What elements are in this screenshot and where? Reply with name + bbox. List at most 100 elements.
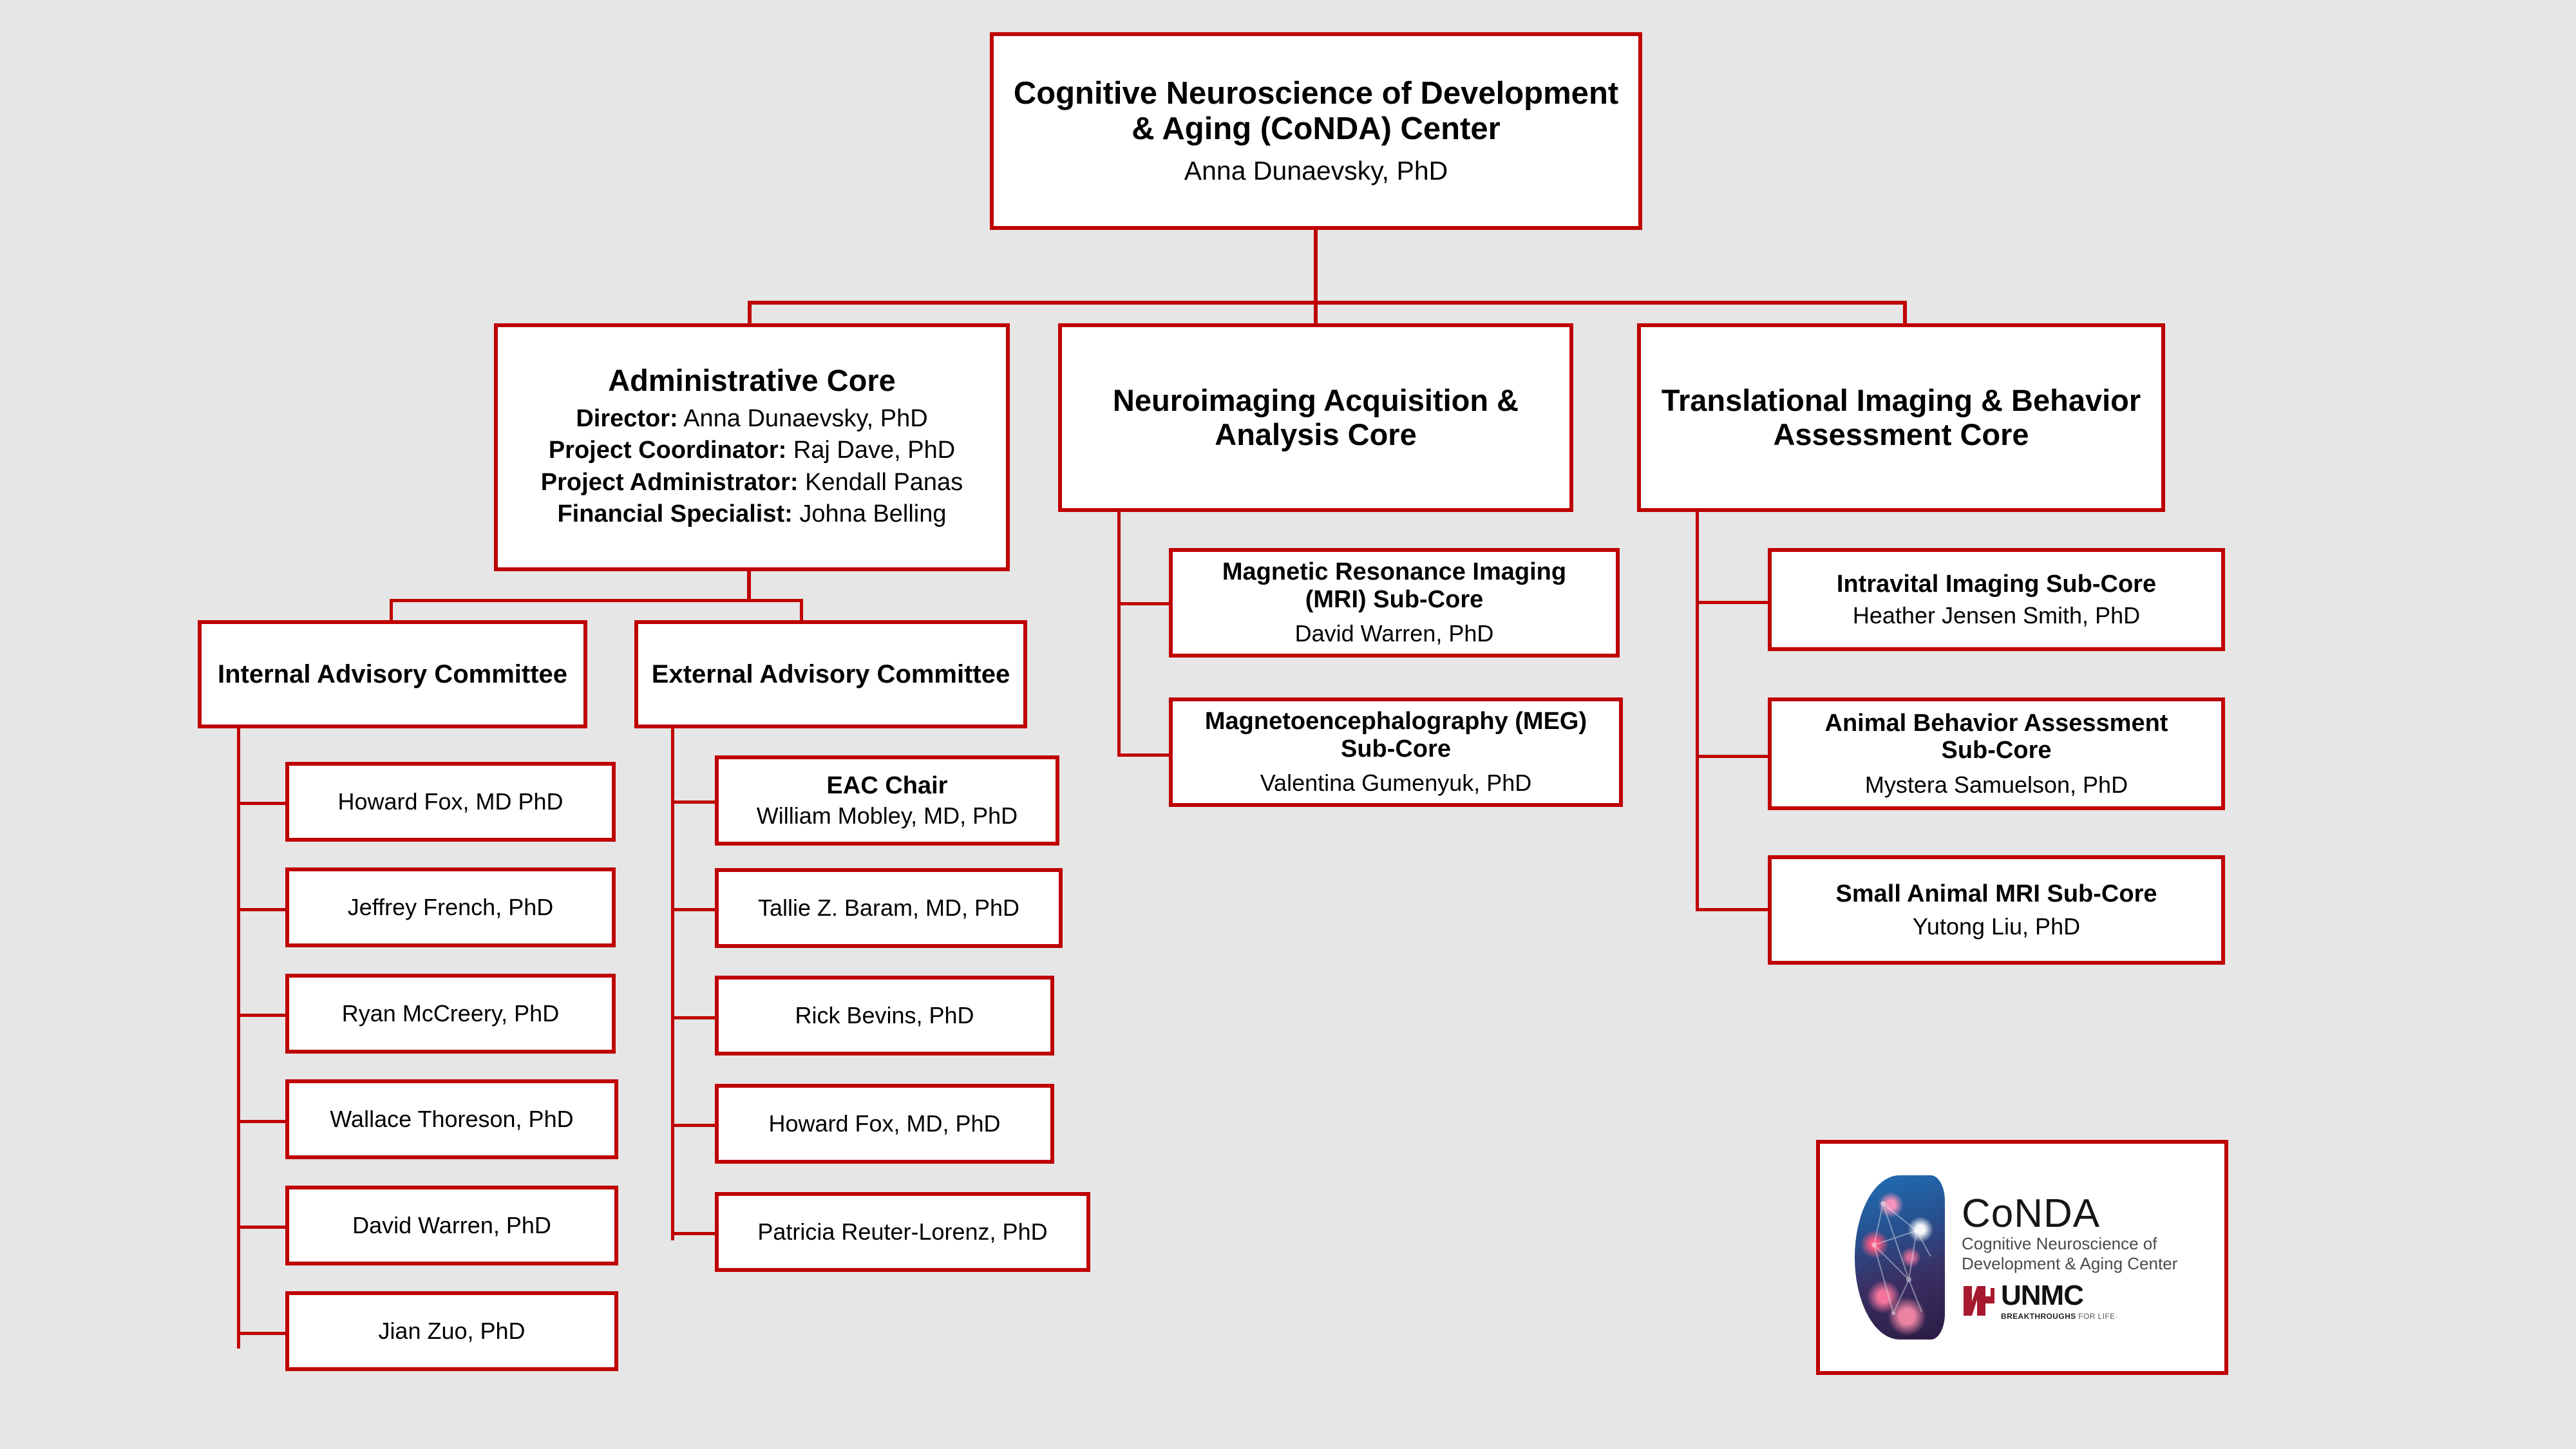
node-small-animal-mri-subcore[interactable]: Small Animal MRI Sub-Core Yutong Liu, Ph… — [1768, 855, 2225, 965]
node-neuroimaging-core[interactable]: Neuroimaging Acquisition & Analysis Core — [1058, 323, 1573, 512]
logo-acronym: CoNDA — [1962, 1191, 2101, 1236]
animal-behavior-lead: Mystera Samuelson, PhD — [1864, 771, 2128, 798]
node-translational-core[interactable]: Translational Imaging & Behavior Assessm… — [1637, 323, 2165, 512]
node-administrative-core[interactable]: Administrative Core Director: Anna Dunae… — [494, 323, 1010, 571]
connector-eac-branch-0 — [671, 800, 717, 804]
unmc-tagline-bold: BREAKTHROUGHS — [2001, 1311, 2076, 1321]
unmc-n-mark-icon — [1964, 1286, 1994, 1316]
intravital-lead: Heather Jensen Smith, PhD — [1852, 602, 2141, 629]
admin-role-3: Financial Specialist: Johna Belling — [557, 498, 946, 530]
eac-chair-name: William Mobley, MD, PhD — [756, 802, 1018, 829]
admin-role-0: Director: Anna Dunaevsky, PhD — [576, 403, 927, 435]
node-eac-member[interactable]: Patricia Reuter-Lorenz, PhD — [715, 1192, 1090, 1272]
connector-eac-branch-1 — [671, 908, 717, 911]
transl-title-line1: Translational Imaging & Behavior — [1661, 383, 2141, 417]
connector-iac-spine — [237, 728, 240, 1349]
admin-role-2-value: Kendall Panas — [798, 468, 963, 496]
admin-role-1-label: Project Coordinator: — [548, 437, 787, 464]
connector-iac-branch-5 — [237, 1332, 287, 1335]
iac-member-label: Wallace Thoreson, PhD — [330, 1105, 574, 1132]
admin-role-2-label: Project Administrator: — [540, 468, 799, 496]
admin-role-2: Project Administrator: Kendall Panas — [541, 467, 963, 498]
iac-title: Internal Advisory Committee — [217, 659, 568, 688]
node-external-advisory-committee[interactable]: External Advisory Committee — [634, 620, 1027, 728]
connector-drop-translational — [1903, 301, 1907, 327]
admin-role-3-value: Johna Belling — [792, 500, 947, 528]
brain-network-icon — [1855, 1175, 1945, 1340]
connector-eac-spine — [671, 728, 674, 1240]
connector-iac-branch-0 — [237, 802, 287, 805]
meg-lead: Valentina Gumenyuk, PhD — [1260, 770, 1532, 797]
connector-root-stem — [1314, 230, 1318, 305]
small-animal-mri-title-line1: Small Animal MRI Sub-Core — [1835, 880, 2157, 907]
connector-committee-bus — [390, 599, 803, 602]
mri-title-line2: (MRI) Sub-Core — [1305, 585, 1484, 613]
iac-member-label: Jeffrey French, PhD — [347, 893, 554, 920]
root-title-line2: & Aging (CoNDA) Center — [1132, 111, 1501, 146]
connector-iac-branch-1 — [237, 908, 287, 911]
node-iac-member[interactable]: David Warren, PhD — [285, 1186, 618, 1265]
node-eac-member[interactable]: Tallie Z. Baram, MD, PhD — [715, 868, 1063, 948]
admin-role-0-label: Director: — [576, 405, 678, 433]
root-director: Anna Dunaevsky, PhD — [1184, 156, 1448, 186]
connector-iac-branch-3 — [237, 1120, 287, 1123]
small-animal-mri-lead: Yutong Liu, PhD — [1912, 913, 2081, 940]
unmc-tagline: BREAKTHROUGHS FOR LIFE· — [2001, 1312, 2118, 1321]
connector-transl-branch-0 — [1696, 601, 1771, 604]
neuro-title-line1: Neuroimaging Acquisition & — [1112, 383, 1519, 417]
admin-title: Administrative Core — [608, 363, 896, 398]
iac-member-label: Ryan McCreery, PhD — [341, 999, 560, 1027]
admin-role-1: Project Coordinator: Raj Dave, PhD — [549, 435, 955, 466]
connector-drop-neuro — [1314, 301, 1318, 327]
connector-neuro-branch-1 — [1117, 753, 1172, 757]
mri-lead: David Warren, PhD — [1294, 620, 1494, 647]
eac-member-label: Tallie Z. Baram, MD, PhD — [757, 894, 1020, 921]
node-iac-member[interactable]: Jeffrey French, PhD — [285, 867, 616, 947]
connector-transl-branch-2 — [1696, 908, 1771, 911]
connector-iac-branch-2 — [237, 1014, 287, 1017]
org-chart-canvas: Cognitive Neuroscience of Development & … — [0, 0, 2576, 1449]
node-intravital-imaging-subcore[interactable]: Intravital Imaging Sub-Core Heather Jens… — [1768, 548, 2225, 651]
connector-drop-admin — [748, 301, 752, 327]
unmc-text-block: UNMC BREAKTHROUGHS FOR LIFE· — [2001, 1279, 2118, 1321]
eac-chair-role: EAC Chair — [826, 772, 948, 799]
node-iac-member[interactable]: Howard Fox, MD PhD — [285, 762, 616, 842]
mri-title-line1: Magnetic Resonance Imaging — [1222, 558, 1567, 586]
node-iac-member[interactable]: Ryan McCreery, PhD — [285, 974, 616, 1054]
iac-member-label: Jian Zuo, PhD — [378, 1317, 526, 1344]
node-eac-chair[interactable]: EAC Chair William Mobley, MD, PhD — [715, 755, 1059, 846]
admin-role-3-label: Financial Specialist: — [557, 500, 793, 528]
connector-neuro-branch-0 — [1117, 602, 1172, 605]
eac-member-label: Howard Fox, MD, PhD — [768, 1110, 1001, 1137]
admin-role-0-value: Anna Dunaevsky, PhD — [677, 405, 928, 433]
meg-title-line1: Magnetoencephalography (MEG) — [1204, 708, 1587, 735]
eac-member-label: Patricia Reuter-Lorenz, PhD — [757, 1218, 1048, 1245]
connector-transl-spine — [1696, 512, 1699, 911]
root-title-line1: Cognitive Neuroscience of Development — [1013, 75, 1619, 111]
iac-member-label: Howard Fox, MD PhD — [337, 788, 564, 815]
unmc-tagline-light: FOR LIFE· — [2076, 1311, 2118, 1321]
unmc-logo: UNMC BREAKTHROUGHS FOR LIFE· — [1962, 1279, 2118, 1321]
node-center-root[interactable]: Cognitive Neuroscience of Development & … — [990, 32, 1642, 230]
connector-eac-branch-2 — [671, 1016, 717, 1019]
node-iac-member[interactable]: Wallace Thoreson, PhD — [285, 1079, 618, 1159]
node-internal-advisory-committee[interactable]: Internal Advisory Committee — [198, 620, 587, 728]
connector-admin-stem — [747, 571, 751, 602]
node-meg-subcore[interactable]: Magnetoencephalography (MEG) Sub-Core Va… — [1169, 697, 1623, 807]
node-iac-member[interactable]: Jian Zuo, PhD — [285, 1291, 618, 1371]
logo-subtitle-line1: Cognitive Neuroscience of — [1962, 1234, 2157, 1254]
node-animal-behavior-subcore[interactable]: Animal Behavior Assessment Sub-Core Myst… — [1768, 697, 2225, 810]
unmc-wordmark: UNMC — [2001, 1279, 2084, 1311]
logo-text-block: CoNDA Cognitive Neuroscience of Developm… — [1962, 1191, 2177, 1321]
intravital-title-line1: Intravital Imaging Sub-Core — [1836, 570, 2157, 598]
conda-logo-panel: CoNDA Cognitive Neuroscience of Developm… — [1816, 1140, 2228, 1375]
animal-behavior-title-line1: Animal Behavior Assessment — [1824, 709, 2168, 737]
eac-member-label: Rick Bevins, PhD — [795, 1001, 974, 1028]
iac-member-label: David Warren, PhD — [352, 1211, 551, 1238]
connector-eac-branch-4 — [671, 1232, 717, 1235]
eac-title: External Advisory Committee — [651, 659, 1010, 688]
node-eac-member[interactable]: Rick Bevins, PhD — [715, 976, 1054, 1056]
node-mri-subcore[interactable]: Magnetic Resonance Imaging (MRI) Sub-Cor… — [1169, 548, 1620, 658]
node-eac-member[interactable]: Howard Fox, MD, PhD — [715, 1084, 1054, 1164]
admin-role-1-value: Raj Dave, PhD — [786, 437, 956, 464]
